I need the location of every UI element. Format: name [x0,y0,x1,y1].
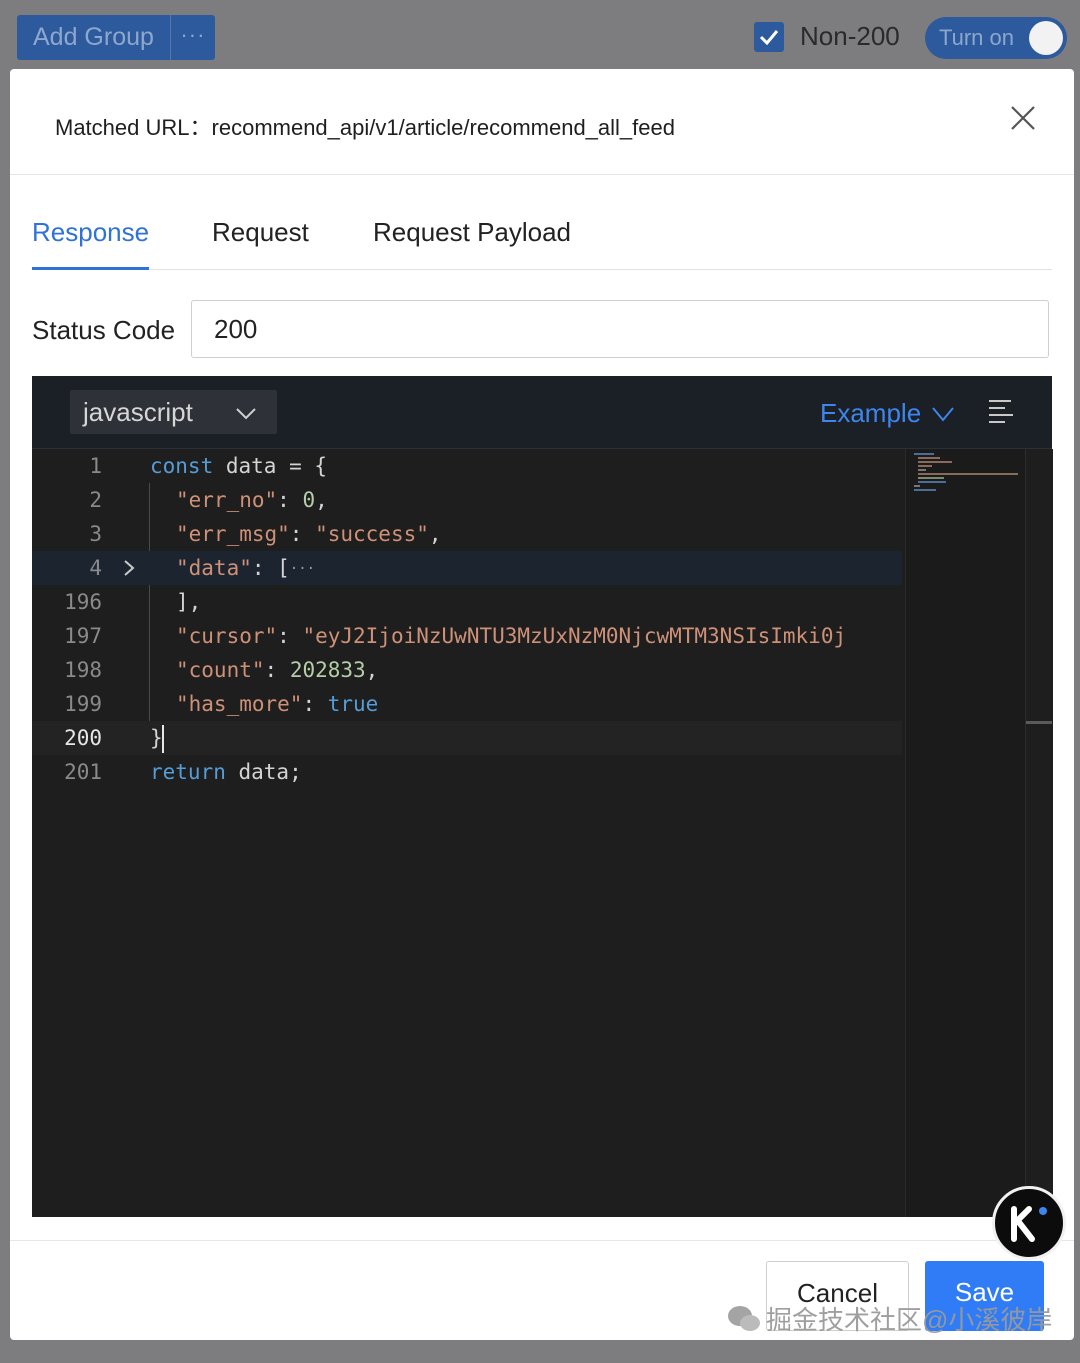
code-line: 1 const data = { [32,449,902,483]
line-number: 198 [64,658,102,682]
toggle-label: Turn on [939,25,1015,50]
non200-filter: Non-200 [754,21,900,52]
matched-url: Matched URL：recommend_api/v1/article/rec… [55,110,675,142]
code-editor: javascript Example 1 const data = { 2 "e… [32,376,1053,1217]
code-line: 197 "cursor": "eyJ2IjoiNzUwNTU3MzUxNzM0N… [32,619,902,653]
tab-bar: Response Request Request Payload [32,217,1052,270]
code-text: "has_more": true [176,692,379,716]
k-logo-icon[interactable] [992,1186,1066,1260]
non200-label: Non-200 [800,21,900,51]
code-text: "data": [··· [176,556,316,580]
chevron-down-icon [236,408,256,420]
watermark: 掘金技术社区@小溪彼岸 [726,1300,1052,1337]
mock-response-dialog: Matched URL：recommend_api/v1/article/rec… [10,69,1074,1340]
code-line: 198 "count": 202833, [32,653,902,687]
watermark-text: 掘金技术社区@小溪彼岸 [766,1305,1053,1335]
line-number: 4 [89,556,102,580]
line-number: 2 [89,488,102,512]
vertical-scrollbar[interactable] [1025,449,1053,1217]
code-line: 196 ], [32,585,902,619]
line-number: 196 [64,590,102,614]
code-line: 4 "data": [··· [32,551,902,585]
matched-url-label: Matched URL： [55,115,212,140]
format-align-icon[interactable] [987,398,1015,424]
tab-request-payload[interactable]: Request Payload [373,217,571,269]
tab-response[interactable]: Response [32,217,150,270]
code-line: 200 } [32,721,902,755]
add-group-button-group: Add Group ··· [17,15,215,60]
toolbar: Add Group ··· Non-200 Turn on [0,0,1080,70]
code-text: ], [176,590,202,614]
text-cursor [161,725,164,753]
footer-divider [10,1240,1074,1241]
line-number: 201 [64,760,102,784]
example-dropdown[interactable]: Example [820,398,955,429]
code-text: const data = { [150,454,328,478]
checkmark-icon [759,29,779,45]
code-text: return data; [150,760,302,784]
close-icon[interactable] [1010,105,1036,131]
matched-url-value: recommend_api/v1/article/recommend_all_f… [211,115,675,140]
code-text: "err_no": 0, [176,488,328,512]
line-number: 197 [64,624,102,648]
wechat-icon [728,1305,760,1331]
non200-checkbox[interactable] [754,21,784,52]
example-label: Example [820,398,922,428]
code-text: "count": 202833, [176,658,379,682]
chevron-right-icon[interactable] [122,560,136,576]
more-options-button[interactable]: ··· [169,15,215,60]
code-line: 3 "err_msg": "success", [32,517,902,551]
line-number: 200 [64,726,102,750]
code-text: } [150,721,164,755]
chevron-down-icon [932,406,954,422]
code-text: "err_msg": "success", [176,522,442,546]
line-number: 199 [64,692,102,716]
language-select[interactable]: javascript [70,390,277,434]
code-area[interactable]: 1 const data = { 2 "err_no": 0, 3 "err_m… [32,449,902,1217]
k-letter-icon [1011,1206,1047,1242]
line-number: 1 [89,454,102,478]
add-group-button[interactable]: Add Group [17,15,170,60]
minimap[interactable] [905,449,1026,1217]
language-value: javascript [83,397,193,427]
editor-toolbar: javascript Example [32,376,1052,449]
status-code-label: Status Code [32,315,176,345]
status-code-input[interactable]: 200 [191,300,1049,358]
tab-request[interactable]: Request [212,217,309,269]
scrollbar-thumb[interactable] [1026,721,1052,724]
turn-on-toggle[interactable]: Turn on [925,17,1067,59]
code-line: 2 "err_no": 0, [32,483,902,517]
code-text: "cursor": "eyJ2IjoiNzUwNTU3MzUxNzM0NjcwM… [176,624,847,648]
code-line: 201 return data; [32,755,902,789]
toggle-knob [1029,21,1063,55]
code-line: 199 "has_more": true [32,687,902,721]
dialog-header: Matched URL：recommend_api/v1/article/rec… [10,69,1074,175]
line-number: 3 [89,522,102,546]
